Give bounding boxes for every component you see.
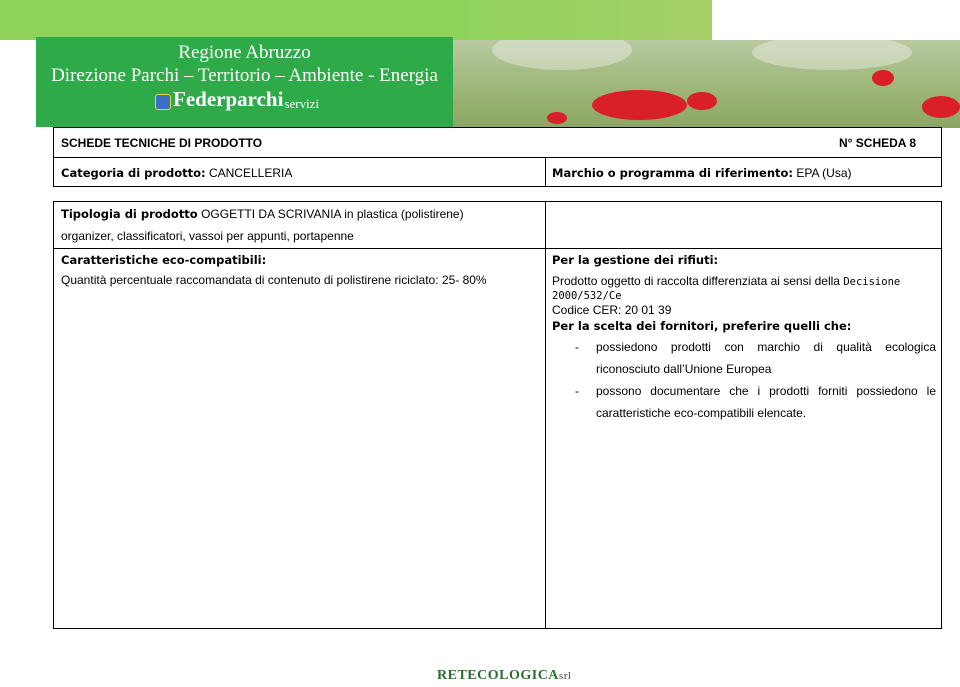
brand-label: Marchio o programma di riferimento: — [552, 166, 794, 180]
waste-line-1: Prodotto oggetto di raccolta differenzia… — [552, 274, 900, 289]
waste-cer-code: Codice CER: 20 01 39 — [552, 303, 672, 317]
suppliers-item-1-bullet: - — [575, 340, 579, 354]
brand-row: Marchio o programma di riferimento: EPA … — [552, 166, 851, 180]
waste-decision-label: Decisione — [843, 276, 901, 288]
region-name: Regione Abruzzo — [178, 42, 311, 63]
eco-label: Caratteristiche eco-compatibili: — [61, 253, 267, 267]
poppy-field-photo — [452, 40, 960, 128]
retecologica-logo-text: RETECOLOGICA — [437, 668, 559, 683]
federparchi-logo-sub: servizi — [284, 96, 320, 111]
waste-line-1-text: Prodotto oggetto di raccolta differenzia… — [552, 274, 840, 288]
federparchi-emblem-icon — [155, 94, 171, 110]
waste-decision-number: 2000/532/Ce — [552, 290, 622, 302]
suppliers-item-2-bullet: - — [575, 384, 579, 398]
category-label: Categoria di prodotto: — [61, 166, 206, 180]
brand-value: EPA (Usa) — [796, 166, 852, 180]
retecologica-logo-suffix: srl — [558, 670, 572, 682]
category-value: CANCELLERIA — [208, 166, 293, 180]
sheet-number: N° SCHEDA 8 — [839, 136, 917, 150]
eco-value: Quantità percentuale raccomandata di con… — [61, 273, 487, 287]
suppliers-item-1-line-2: riconosciuto dall’Unione Europea — [596, 362, 772, 376]
federparchi-logo-text: Federparchi — [173, 87, 284, 111]
suppliers-label: Per la scelta dei fornitori, preferire q… — [552, 319, 852, 333]
suppliers-item-2-line-1: possono documentare che i prodotti forni… — [596, 384, 936, 398]
product-type-value: OGGETTI DA SCRIVANIA in plastica (polist… — [201, 207, 464, 221]
waste-label: Per la gestione dei rifiuti: — [552, 253, 719, 267]
product-type-label: Tipologia di prodotto — [61, 207, 198, 221]
suppliers-item-1-line-1: possiedono prodotti con marchio di quali… — [596, 340, 936, 354]
federparchi-logo: Federparchi servizi — [155, 86, 319, 110]
retecologica-logo: RETECOLOGICAsrl — [437, 668, 571, 684]
department-name: Direzione Parchi – Territorio – Ambiente… — [51, 65, 438, 86]
product-type-row: Tipologia di prodotto OGGETTI DA SCRIVAN… — [61, 207, 464, 221]
suppliers-item-2-line-2: caratteristiche eco-compatibili elencate… — [596, 406, 807, 420]
product-type-examples: organizer, classificatori, vassoi per ap… — [61, 229, 354, 243]
header-strip-fade — [452, 0, 712, 40]
sheet-title: SCHEDE TECNICHE DI PRODOTTO — [61, 136, 263, 150]
category-row: Categoria di prodotto: CANCELLERIA — [61, 166, 292, 180]
